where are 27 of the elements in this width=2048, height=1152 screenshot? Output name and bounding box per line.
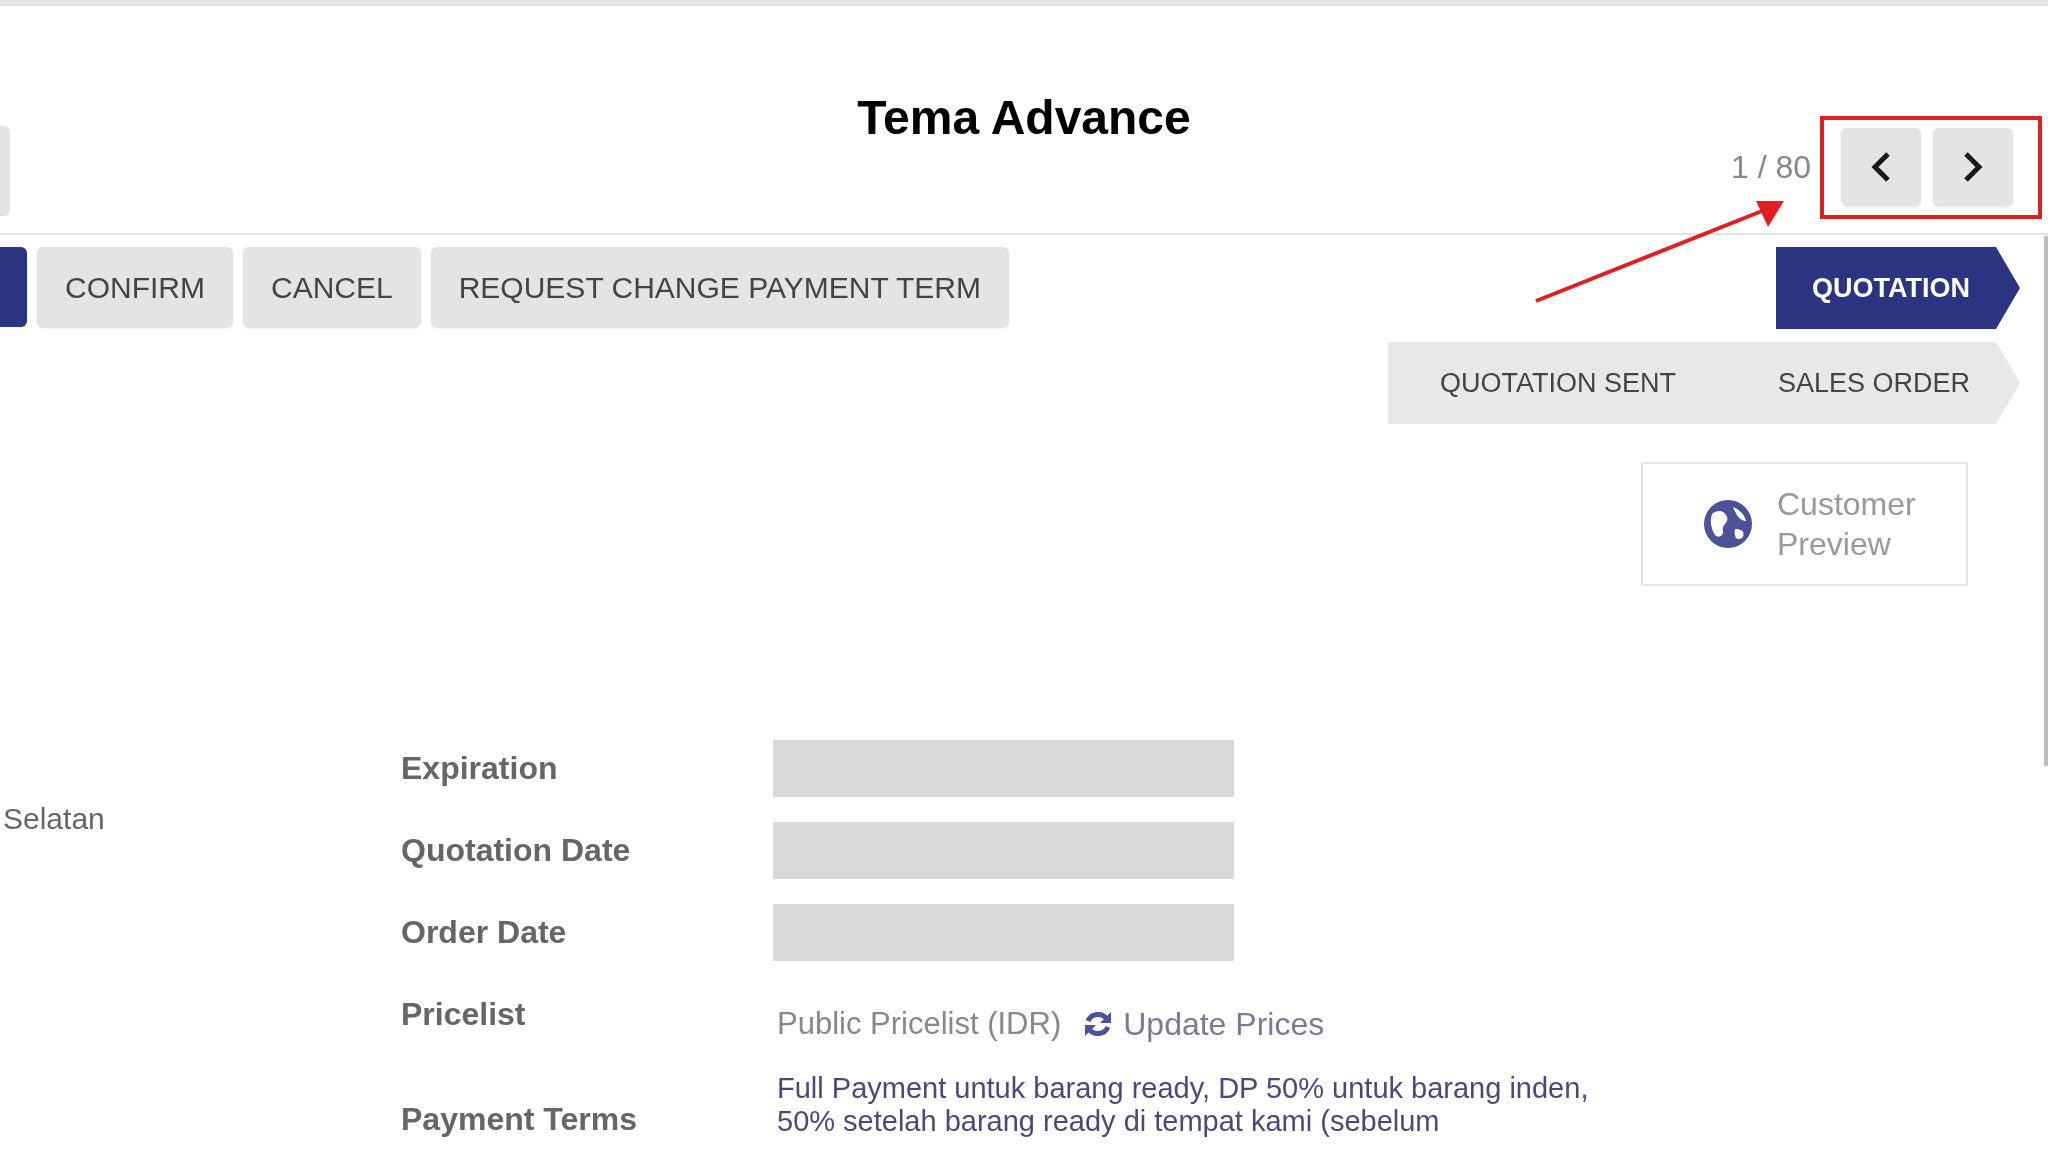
field-label: Pricelist [401,995,527,1034]
button-edge[interactable] [0,247,27,327]
globe-icon [1703,499,1753,549]
update-prices-button[interactable]: Update Prices [1083,1000,1325,1048]
page-title: Tema Advance [857,90,1191,146]
chevron-left-icon [1870,151,1892,183]
action-button[interactable]: CONFIRM [37,247,233,327]
record-counter: 1 / 80 [1730,148,1811,187]
action-button[interactable]: REQUEST CHANGE PAYMENT TERM [430,247,1009,327]
field-label: Expiration [401,749,559,788]
pricelist-value: Public Pricelist (IDR) [777,1004,1062,1043]
field-label: Payment Terms [401,1100,638,1138]
next-button[interactable] [1933,128,2013,206]
action-button[interactable]: CANCEL [243,247,421,327]
address-text: Selatan [3,802,105,835]
input-field[interactable] [773,904,1234,961]
status-step[interactable]: QUOTATION [1776,247,2020,329]
refresh-icon [1083,1009,1114,1039]
input-field[interactable] [773,740,1234,797]
previous-button[interactable] [1841,128,1921,206]
chevron-right-icon [1962,151,1984,183]
button-edge[interactable] [0,126,10,216]
payment-terms-text: 50% setelah barang ready di tempat kami (sebelum [777,1105,1441,1138]
payment-terms-text: Full Payment untuk barang ready, DP 50% untuk barang inden, [777,1072,1589,1105]
field-label: Quotation Date [401,831,632,870]
input-field[interactable] [773,822,1234,879]
field-label: Order Date [401,913,568,952]
